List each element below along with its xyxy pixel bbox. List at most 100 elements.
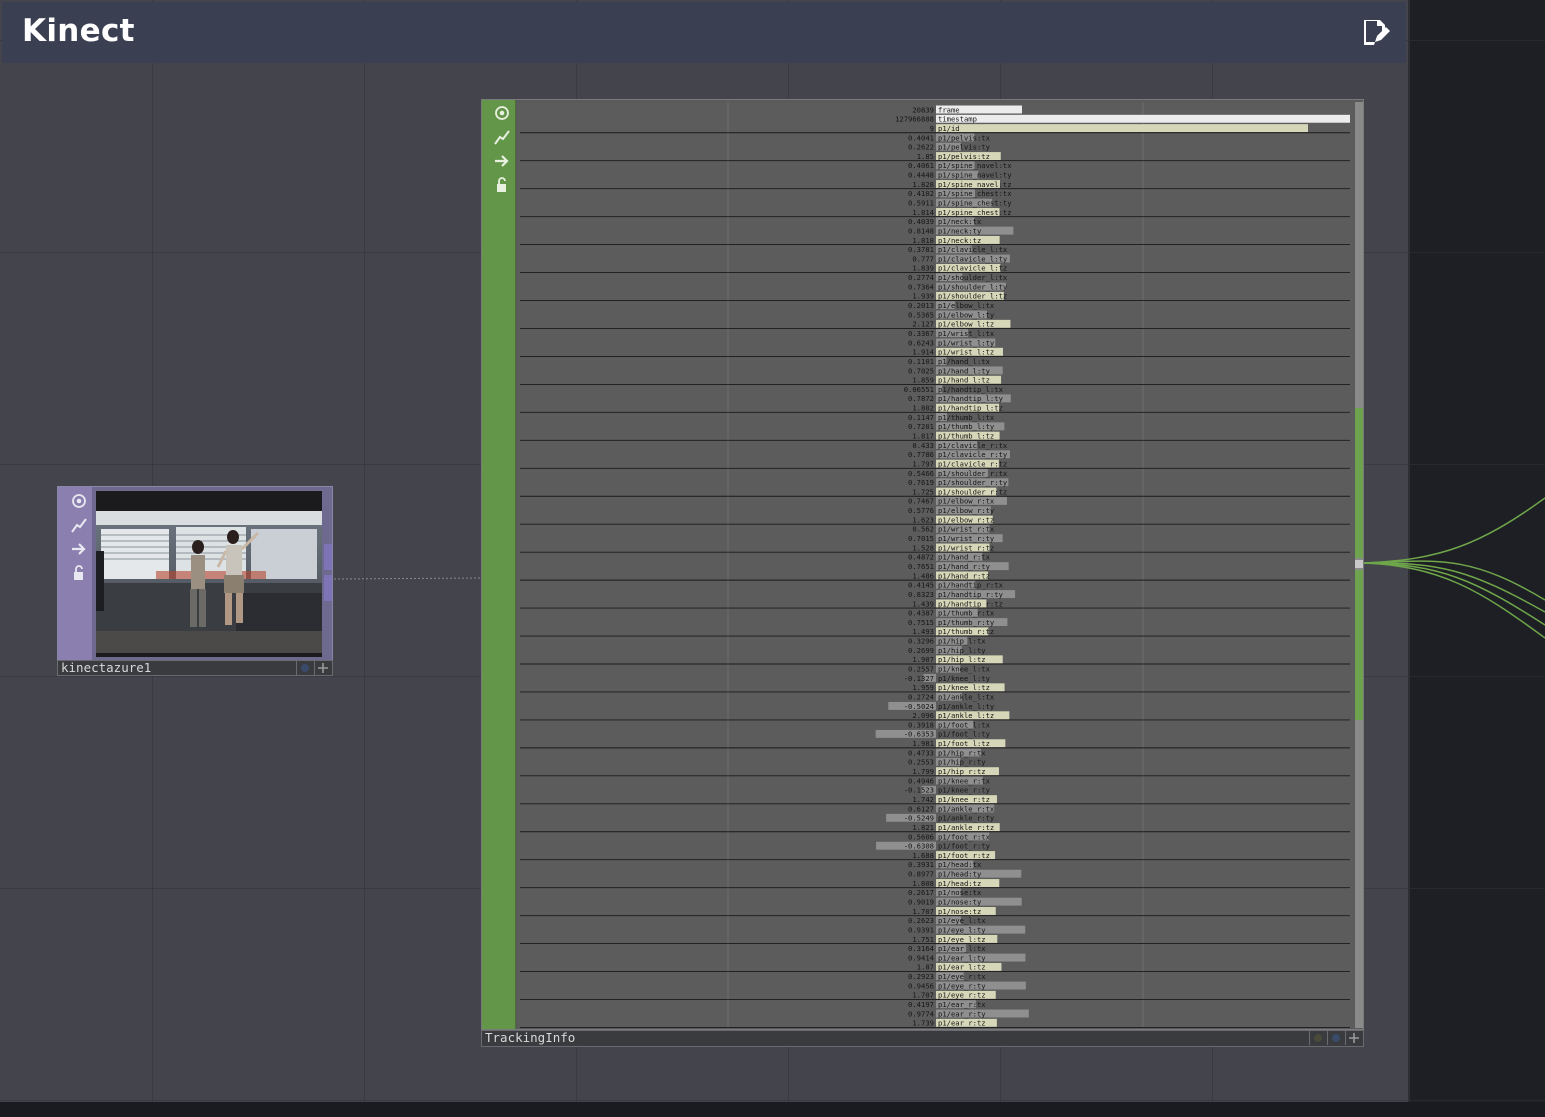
channel-value: 0.8148 <box>908 226 934 235</box>
channel-value: 1.707 <box>912 907 934 916</box>
channel-value: 0.3296 <box>908 637 934 646</box>
channel-name: p1/head:tx <box>938 860 982 869</box>
channel-name: p1/thumb_l:ty <box>938 422 995 431</box>
channel-value: 0.4061 <box>908 161 934 170</box>
channel-value: 0.4041 <box>908 133 934 142</box>
channel-name: p1/foot_l:tz <box>938 739 990 748</box>
channel-value: 0.2557 <box>908 665 934 674</box>
node-name: kinectazure1 <box>61 660 152 675</box>
channel-name: p1/ankle_r:ty <box>938 814 995 823</box>
channel-value: 0.5776 <box>908 506 934 515</box>
export-button[interactable] <box>68 514 90 536</box>
node-name-label[interactable]: kinectazure1 <box>57 660 333 676</box>
channel-name: p1/ankle_l:tz <box>938 711 994 720</box>
channel-name: p1/shoulder_l:tx <box>938 273 1008 282</box>
channel-value: 1.493 <box>912 627 934 636</box>
channel-name: p1/handtip_l:ty <box>938 394 1004 403</box>
channel-name: p1/eye_l:tx <box>938 916 986 925</box>
channel-value: 0.3931 <box>908 860 934 869</box>
channel-value: 0.5466 <box>908 469 934 478</box>
channel-value: 0.2553 <box>908 758 934 767</box>
graph-icon <box>494 130 510 145</box>
channel-name: p1/hip_r:tx <box>938 748 986 757</box>
channel-viewer[interactable]: 20839 frame 127966888 timestamp 9 p1/id 0.4041… <box>518 102 1354 1028</box>
channel-name: p1/neck:ty <box>938 226 982 235</box>
channel-value: 1.839 <box>912 264 934 273</box>
channel-value: 1.821 <box>912 823 934 832</box>
kinect-azure-node[interactable] <box>57 486 333 662</box>
channel-name: p1/eye_r:tx <box>938 972 986 981</box>
node-add-button[interactable] <box>1345 1031 1362 1045</box>
channel-value: 1.751 <box>912 935 934 944</box>
output-connector[interactable] <box>324 544 332 570</box>
channel-name: p1/elbow_r:tx <box>938 497 995 506</box>
edit-icon[interactable] <box>1359 16 1391 48</box>
tracking-info-node[interactable]: 20839 frame 127966888 timestamp 9 p1/id 0.4041… <box>481 99 1364 1030</box>
channel-name: p1/head:tz <box>938 879 981 888</box>
page-title: Kinect <box>22 13 135 49</box>
bypass-button[interactable] <box>491 150 513 172</box>
channel-value: 1.818 <box>912 236 934 245</box>
lock-button[interactable] <box>68 562 90 584</box>
output-connector[interactable] <box>324 575 332 601</box>
graph-icon <box>71 518 87 533</box>
channel-value: 0.2622 <box>908 143 934 152</box>
channel-value: 0.9391 <box>908 925 934 934</box>
channel-name: p1/handtip_r:tz <box>938 599 1003 608</box>
scrollbar-thumb[interactable] <box>1355 570 1363 720</box>
channel-name: p1/foot_l:tx <box>938 720 991 729</box>
scrollbar-thumb[interactable] <box>1355 408 1363 558</box>
channel-value: 1.742 <box>912 795 934 804</box>
channel-name: p1/elbow_r:ty <box>938 506 995 515</box>
channel-value: 0.6243 <box>908 338 934 347</box>
arrow-icon <box>72 543 86 555</box>
node-flag-button[interactable] <box>296 661 313 675</box>
channel-value: 0.2923 <box>908 972 934 981</box>
dot-icon <box>1332 1034 1340 1042</box>
channel-value: 1.528 <box>912 543 934 552</box>
node-add-button[interactable] <box>314 661 331 675</box>
lock-icon <box>74 565 83 580</box>
channel-value: 0.2699 <box>908 646 934 655</box>
lock-button[interactable] <box>491 174 513 196</box>
channel-name: p1/knee_l:ty <box>938 674 991 683</box>
channel-value: 0.5365 <box>908 310 934 319</box>
dot-icon <box>1314 1034 1322 1042</box>
channel-name: p1/elbow_l:ty <box>938 310 995 319</box>
channel-value: 0.6127 <box>908 804 934 813</box>
channel-value: 0.4733 <box>908 748 934 757</box>
channel-name: p1/ear_r:tx <box>938 1000 986 1009</box>
channel-list: 20839 frame 127966888 timestamp 9 p1/id 0.4041… <box>520 102 1350 1028</box>
dot-icon <box>301 664 309 672</box>
scrollbar[interactable] <box>1355 102 1363 1028</box>
channel-name: p1/handtip_l:tz <box>938 404 1003 413</box>
channel-name: p1/clavicle_l:ty <box>938 254 1008 263</box>
channel-name: p1/spine_chest:tx <box>938 189 1012 198</box>
channel-name: p1/spine_navel:tz <box>938 180 1012 189</box>
channel-value: 0.06551 <box>904 385 934 394</box>
viewer-toggle-button[interactable] <box>491 102 513 124</box>
channel-value: 2.127 <box>912 320 934 329</box>
channel-value: 1.808 <box>912 879 934 888</box>
channel-name: p1/spine_chest:ty <box>938 199 1012 208</box>
channel-name: p1/eye_l:tz <box>938 935 986 944</box>
channel-value: 0.7651 <box>908 562 934 571</box>
node-flag-button[interactable] <box>1309 1031 1326 1045</box>
channel-name: p1/ankle_l:ty <box>938 702 995 711</box>
viewer-toggle-button[interactable] <box>68 490 90 512</box>
channel-value: 0.8323 <box>908 590 934 599</box>
channel-value: 0.4872 <box>908 553 934 562</box>
channel-value: 1.959 <box>912 683 934 692</box>
channel-value: 0.1147 <box>908 413 934 422</box>
channel-value: 0.9019 <box>908 898 934 907</box>
export-button[interactable] <box>491 126 513 148</box>
channel-value: -0.1327 <box>904 674 934 683</box>
channel-name: p1/nose:tx <box>938 888 982 897</box>
network-background-right <box>1410 0 1545 1102</box>
bottom-bar <box>0 1102 1545 1117</box>
channel-value: 1.688 <box>912 851 934 860</box>
channel-name: p1/wrist_r:ty <box>938 534 995 543</box>
bypass-button[interactable] <box>68 538 90 560</box>
node-name-label[interactable]: TrackingInfo <box>481 1030 1364 1047</box>
node-flag-button[interactable] <box>1327 1031 1344 1045</box>
